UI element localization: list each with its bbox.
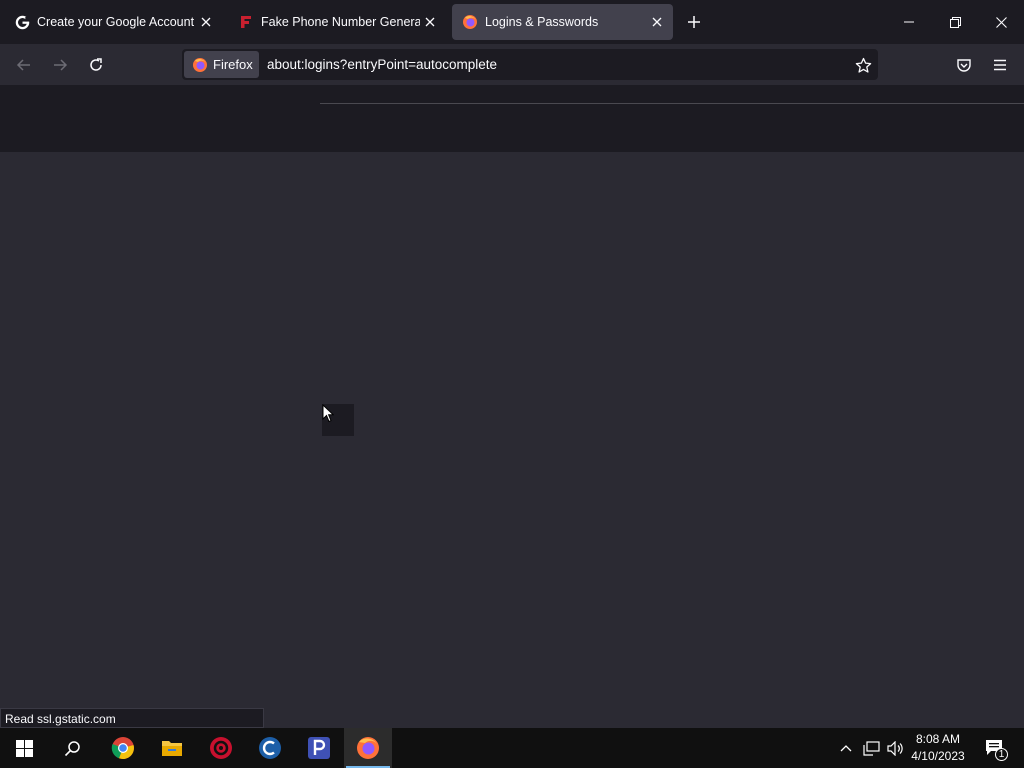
- reload-button[interactable]: [83, 52, 109, 78]
- notification-count-badge: 1: [995, 748, 1008, 761]
- tab-fake-phone[interactable]: Fake Phone Number Generator: [228, 4, 446, 40]
- tab-google-account[interactable]: Create your Google Account: [4, 4, 222, 40]
- taskbar-file-explorer[interactable]: [148, 728, 196, 768]
- tab-label: Create your Google Account: [37, 15, 195, 29]
- forward-arrow-icon: [54, 59, 68, 71]
- logins-page-header: [0, 85, 1024, 152]
- firefox-icon: [357, 737, 379, 759]
- taskbar-firefox[interactable]: [344, 728, 392, 768]
- firefox-icon: [193, 57, 207, 72]
- network-button[interactable]: [860, 728, 882, 768]
- status-panel: Read ssl.gstatic.com: [0, 708, 264, 728]
- tab-label: Logins & Passwords: [485, 15, 599, 29]
- identity-label: Firefox: [213, 57, 253, 72]
- close-icon: [995, 16, 1007, 28]
- identity-box[interactable]: Firefox: [184, 51, 259, 78]
- speaker-icon: [886, 740, 903, 756]
- volume-button[interactable]: [884, 728, 906, 768]
- tab-label: Fake Phone Number Generator: [261, 15, 420, 29]
- google-icon: [14, 14, 30, 30]
- c-app-icon: [259, 737, 281, 759]
- taskbar-chrome[interactable]: [99, 728, 147, 768]
- taskbar-p-app[interactable]: [295, 728, 343, 768]
- url-text[interactable]: about:logins?entryPoint=autocomplete: [267, 57, 497, 72]
- tab-strip: Create your Google Account Fake Phone Nu…: [0, 0, 1024, 44]
- windows-taskbar: 8:08 AM 4/10/2023 1: [0, 728, 1024, 768]
- taskbar-app-red[interactable]: [197, 728, 245, 768]
- search-button[interactable]: [48, 728, 96, 768]
- taskbar-ccleaner[interactable]: [246, 728, 294, 768]
- hamburger-menu-icon: [994, 59, 1006, 71]
- mouse-pointer-icon: [322, 403, 335, 428]
- fakephone-icon: [238, 14, 254, 30]
- plus-icon: [688, 16, 700, 28]
- close-window-button[interactable]: [978, 0, 1024, 44]
- minimize-button[interactable]: [886, 0, 932, 44]
- system-clock[interactable]: 8:08 AM 4/10/2023: [906, 731, 970, 765]
- back-arrow-icon: [16, 59, 30, 71]
- start-button[interactable]: [0, 728, 48, 768]
- chrome-icon: [111, 737, 134, 760]
- reload-icon: [90, 58, 102, 71]
- clock-date: 4/10/2023: [911, 749, 965, 763]
- show-hidden-icons-button[interactable]: [836, 728, 856, 768]
- app-menu-button[interactable]: [987, 52, 1013, 78]
- tab-logins-passwords[interactable]: Logins & Passwords: [452, 4, 673, 40]
- forward-button[interactable]: [47, 52, 73, 78]
- back-button[interactable]: [11, 52, 37, 78]
- network-icon: [862, 740, 880, 756]
- folder-icon: [162, 741, 182, 756]
- close-icon[interactable]: [420, 12, 440, 32]
- minimize-icon: [904, 21, 914, 23]
- firefox-icon: [462, 14, 478, 30]
- pocket-icon: [957, 59, 971, 72]
- close-icon[interactable]: [196, 12, 216, 32]
- clock-time: 8:08 AM: [915, 732, 961, 746]
- p-app-icon: [308, 737, 330, 759]
- restore-button[interactable]: [932, 0, 978, 44]
- star-icon: [855, 57, 871, 73]
- windows-logo-icon: [15, 739, 33, 757]
- chevron-up-icon: [840, 745, 852, 752]
- red-gear-app-icon: [210, 737, 232, 759]
- action-center-button[interactable]: 1: [978, 728, 1012, 768]
- new-tab-button[interactable]: [681, 9, 707, 35]
- restore-icon: [949, 16, 961, 28]
- search-icon: [64, 740, 80, 756]
- header-divider: [320, 103, 1024, 104]
- logins-page-body: [0, 152, 1024, 728]
- pocket-button[interactable]: [951, 52, 977, 78]
- close-icon[interactable]: [647, 12, 667, 32]
- bookmark-star-button[interactable]: [850, 52, 876, 78]
